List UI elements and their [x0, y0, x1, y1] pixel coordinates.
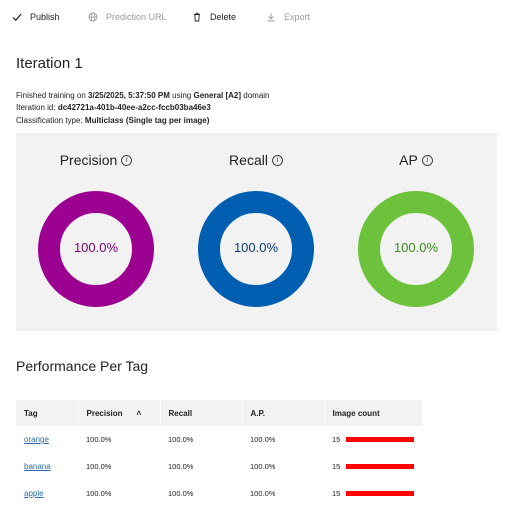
- iteration-id-line: Iteration id: dc42721a-401b-40ee-a2cc-fc…: [16, 103, 211, 113]
- image-count-cell: 15: [324, 453, 422, 480]
- image-count-bar: [346, 437, 414, 442]
- classification-type-prefix: Classification type:: [16, 116, 85, 125]
- ap-value: 100.0%: [393, 240, 439, 255]
- classification-type-line: Classification type: Multiclass (Single …: [16, 116, 209, 126]
- recall-value: 100.0%: [233, 240, 279, 255]
- ap-title: AP i: [336, 152, 496, 168]
- table-row: banana 100.0% 100.0% 100.0% 15: [16, 453, 422, 480]
- page-title: Iteration 1: [16, 55, 83, 72]
- prediction-url-button[interactable]: Prediction URL: [88, 12, 167, 22]
- training-datetime: 3/25/2025, 5:37:50 PM: [88, 91, 170, 100]
- table-row: apple 100.0% 100.0% 100.0% 15: [16, 480, 422, 507]
- precision-cell: 100.0%: [86, 462, 112, 471]
- table-header-row: Tag Precision ˄ Recall A.P. Image count: [16, 400, 423, 426]
- precision-title: Precision i: [16, 152, 176, 168]
- image-count-cell: 15: [324, 480, 422, 507]
- ap-cell: 100.0%: [250, 462, 276, 471]
- training-prefix: Finished training on: [16, 91, 89, 100]
- metrics-panel: Precision i 100.0% Recall i 100.0% AP i …: [16, 133, 497, 331]
- column-header-tag[interactable]: Tag: [16, 400, 79, 426]
- training-mid: using: [169, 91, 194, 100]
- ap-cell: 100.0%: [250, 435, 276, 444]
- image-count-value: 15: [332, 489, 341, 498]
- table-row: orange 100.0% 100.0% 100.0% 15: [16, 426, 422, 453]
- sort-ascending-icon: ˄: [136, 408, 142, 418]
- column-header-recall[interactable]: Recall: [160, 400, 243, 426]
- column-header-image-count[interactable]: Image count: [324, 400, 423, 426]
- publish-button[interactable]: Publish: [12, 12, 60, 22]
- info-icon[interactable]: i: [421, 154, 433, 166]
- image-count-value: 15: [332, 462, 341, 471]
- tag-link-banana[interactable]: banana: [24, 462, 51, 471]
- tag-link-apple[interactable]: apple: [24, 489, 44, 498]
- recall-metric: Recall i 100.0%: [176, 133, 336, 331]
- training-info-line: Finished training on 3/25/2025, 5:37:50 …: [16, 91, 270, 101]
- ap-label: AP: [399, 152, 418, 168]
- image-count-cell: 15: [324, 426, 422, 453]
- iteration-id-value: dc42721a-401b-40ee-a2cc-fccb03ba46e3: [57, 103, 211, 112]
- delete-button[interactable]: Delete: [192, 12, 236, 22]
- publish-label: Publish: [30, 12, 60, 22]
- check-icon: [12, 13, 22, 22]
- info-icon[interactable]: i: [271, 154, 283, 166]
- command-bar: Publish Prediction URL Delete Export: [0, 0, 508, 40]
- section-title: Performance Per Tag: [16, 358, 149, 374]
- export-button[interactable]: Export: [266, 12, 310, 22]
- recall-label: Recall: [229, 152, 268, 168]
- prediction-url-label: Prediction URL: [106, 12, 167, 22]
- recall-cell: 100.0%: [168, 435, 194, 444]
- image-count-value: 15: [332, 435, 341, 444]
- iteration-id-prefix: Iteration id:: [16, 103, 58, 112]
- column-header-precision[interactable]: Precision ˄: [78, 400, 161, 426]
- precision-cell: 100.0%: [86, 435, 112, 444]
- column-header-ap[interactable]: A.P.: [242, 400, 325, 426]
- ap-metric: AP i 100.0%: [336, 133, 496, 331]
- performance-table: Tag Precision ˄ Recall A.P. Image count o…: [16, 400, 423, 507]
- training-suffix: domain: [241, 91, 270, 100]
- download-icon: [267, 13, 275, 22]
- tag-cell: orange: [16, 426, 78, 453]
- trash-icon: [194, 12, 200, 22]
- recall-title: Recall i: [176, 152, 336, 168]
- image-count-bar: [346, 464, 414, 469]
- ap-cell: 100.0%: [250, 489, 276, 498]
- delete-label: Delete: [210, 12, 237, 22]
- column-header-precision-label: Precision: [86, 408, 123, 418]
- image-count-bar: [346, 491, 414, 496]
- precision-label: Precision: [59, 152, 118, 168]
- tag-link-orange[interactable]: orange: [24, 435, 49, 444]
- export-label: Export: [284, 12, 311, 22]
- globe-icon: [88, 12, 98, 22]
- classification-type-value: Multiclass (Single tag per image): [84, 116, 210, 125]
- info-icon[interactable]: i: [121, 154, 133, 166]
- precision-value: 100.0%: [73, 240, 119, 255]
- precision-metric: Precision i 100.0%: [16, 133, 176, 331]
- precision-cell: 100.0%: [86, 489, 112, 498]
- recall-cell: 100.0%: [168, 489, 194, 498]
- tag-cell: banana: [16, 453, 78, 480]
- tag-cell: apple: [16, 480, 78, 507]
- recall-cell: 100.0%: [168, 462, 194, 471]
- training-domain: General [A2]: [193, 91, 242, 100]
